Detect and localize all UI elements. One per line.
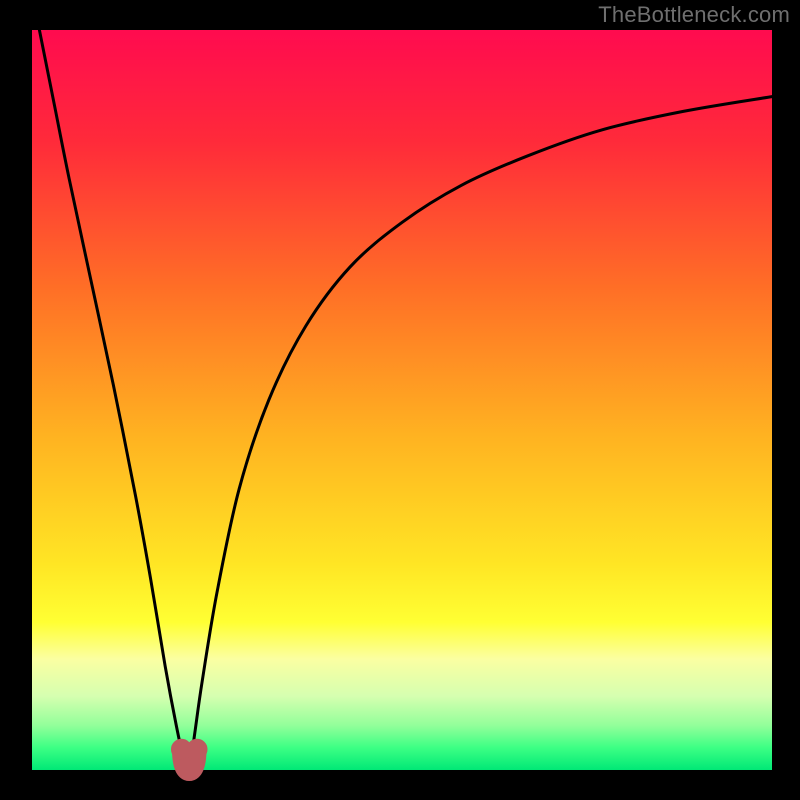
optimum-marker-right bbox=[187, 739, 207, 759]
chart-container: TheBottleneck.com bbox=[0, 0, 800, 800]
plot-background bbox=[32, 30, 772, 770]
watermark-text: TheBottleneck.com bbox=[598, 2, 790, 28]
chart-svg bbox=[0, 0, 800, 800]
